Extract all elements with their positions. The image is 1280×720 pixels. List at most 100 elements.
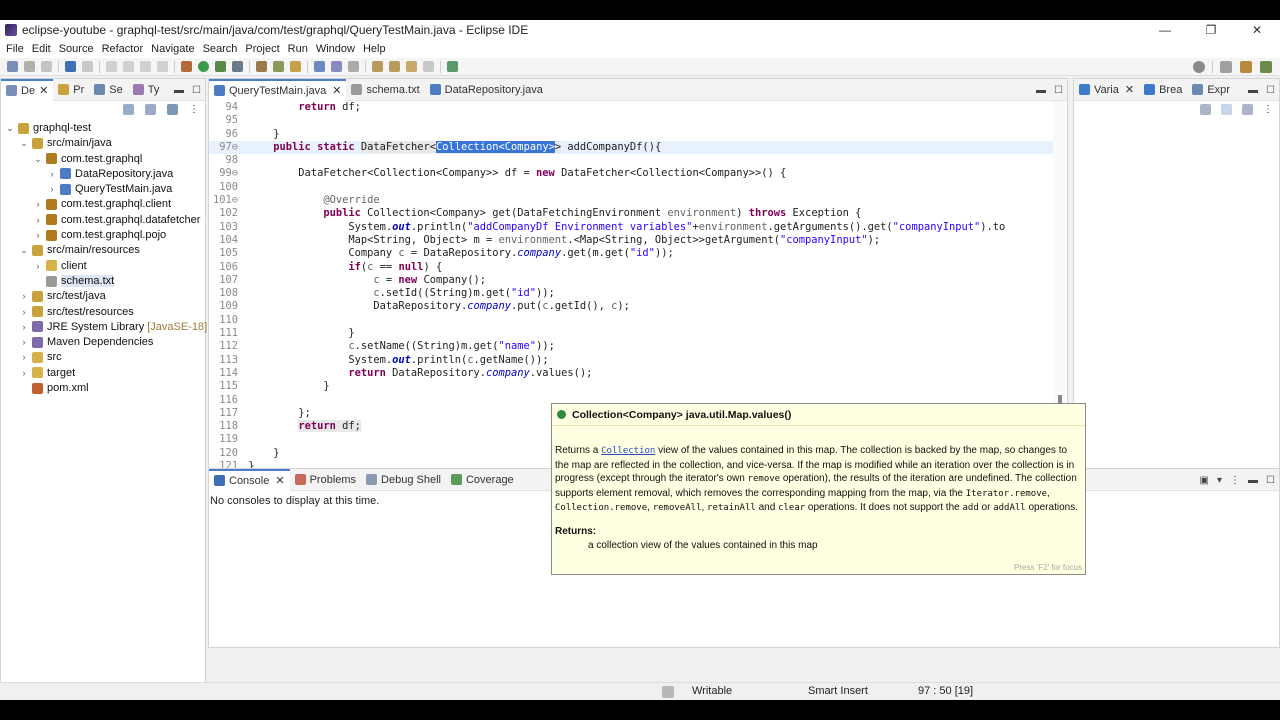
tree-item[interactable]: ⌄ com.test.graphql (1, 152, 205, 167)
chevron-right-icon[interactable]: › (33, 228, 43, 243)
resume-icon[interactable] (106, 61, 117, 72)
debug-icon[interactable] (181, 61, 192, 72)
menu-edit[interactable]: Edit (28, 40, 55, 58)
menu-file[interactable]: File (2, 40, 28, 58)
tree-item[interactable]: › src/test/resources (1, 305, 205, 320)
chevron-down-icon[interactable]: ⌄ (19, 136, 29, 151)
terminal-icon[interactable] (65, 61, 76, 72)
view-menu-icon[interactable]: ⋮ (1230, 475, 1240, 486)
tab-variables[interactable]: Varia ✕ (1074, 79, 1139, 101)
tab-servers[interactable]: Se (89, 79, 127, 101)
code-line[interactable]: 102 public Collection<Company> get(DataF… (209, 207, 1067, 220)
tab-console[interactable]: Console ✕ (209, 468, 290, 491)
close-button[interactable]: ✕ (1234, 20, 1280, 40)
tree-item[interactable]: ⌄ src/main/resources (1, 243, 205, 258)
code-line[interactable]: 101⊖ @Override (209, 194, 1067, 207)
tab-project-explorer[interactable]: Pr (53, 79, 89, 101)
tree-item[interactable]: pom.xml (1, 381, 205, 396)
maximize-view-icon[interactable]: ☐ (192, 85, 201, 96)
display-console-icon[interactable]: ▣ (1200, 475, 1209, 486)
previous-annotation-icon[interactable] (389, 61, 400, 72)
mark-occurrences-icon[interactable] (314, 61, 325, 72)
chevron-right-icon[interactable]: › (33, 259, 43, 274)
collapse-all-icon[interactable] (123, 103, 134, 115)
tree-item[interactable]: › QueryTestMain.java (1, 182, 205, 197)
new-package-icon[interactable] (273, 61, 284, 72)
skip-breakpoints-icon[interactable] (82, 61, 93, 72)
menu-help[interactable]: Help (359, 40, 390, 58)
tab-type-hierarchy[interactable]: Ty (128, 79, 165, 101)
java-ee-perspective-icon[interactable] (1240, 61, 1252, 73)
menu-source[interactable]: Source (55, 40, 98, 58)
close-icon[interactable]: ✕ (1125, 83, 1134, 96)
tab-expressions[interactable]: Expr (1187, 79, 1235, 101)
external-tools-icon[interactable] (232, 61, 243, 72)
maximize-view-icon[interactable]: ☐ (1266, 85, 1275, 96)
code-line[interactable]: 100 (209, 181, 1067, 194)
forward-icon[interactable] (423, 61, 434, 72)
tab-coverage[interactable]: Coverage (446, 469, 519, 491)
menu-search[interactable]: Search (199, 40, 242, 58)
code-line[interactable]: 103 System.out.println("addCompanyDf Env… (209, 221, 1067, 234)
show-logical-structure-icon[interactable] (1221, 103, 1232, 115)
code-line[interactable]: 109 DataRepository.company.put(c.getId()… (209, 300, 1067, 313)
chevron-right-icon[interactable]: › (19, 320, 29, 335)
tree-item[interactable]: › src (1, 350, 205, 365)
code-line[interactable]: 113 System.out.println(c.getName()); (209, 354, 1067, 367)
code-line[interactable]: 106 if(c == null) { (209, 261, 1067, 274)
tree-item[interactable]: › com.test.graphql.datafetcher (1, 213, 205, 228)
code-line[interactable]: 115 } (209, 380, 1067, 393)
code-line[interactable]: 110 (209, 314, 1067, 327)
tree-item[interactable]: › target (1, 366, 205, 381)
tab-querytestmain[interactable]: QueryTestMain.java ✕ (209, 78, 347, 101)
tree-item[interactable]: › com.test.graphql.pojo (1, 228, 205, 243)
chevron-right-icon[interactable]: › (47, 167, 57, 182)
tree-item[interactable]: › DataRepository.java (1, 167, 205, 182)
tree-item[interactable]: › JRE System Library [JavaSE-18] (1, 320, 208, 335)
code-line[interactable]: 105 Company c = DataRepository.company.g… (209, 247, 1067, 260)
java-perspective-icon[interactable] (1260, 61, 1272, 73)
suspend-icon[interactable] (123, 61, 134, 72)
tab-package-explorer[interactable]: De ✕ (1, 78, 54, 101)
menu-navigate[interactable]: Navigate (147, 40, 198, 58)
chevron-down-icon[interactable]: ⌄ (33, 152, 43, 167)
pin-editor-icon[interactable] (447, 61, 458, 72)
maximize-button[interactable]: ❐ (1188, 20, 1234, 40)
tab-breakpoints[interactable]: Brea (1139, 79, 1187, 101)
terminate-icon[interactable] (140, 61, 151, 72)
save-all-icon[interactable] (41, 61, 52, 72)
tree-item[interactable]: › src/test/java (1, 289, 205, 304)
tab-datarepository[interactable]: DataRepository.java (425, 79, 548, 101)
code-line[interactable]: 112 c.setName((String)m.get("name")); (209, 340, 1067, 353)
show-type-names-icon[interactable] (1200, 103, 1211, 115)
new-icon[interactable] (7, 61, 18, 72)
link-with-editor-icon[interactable] (145, 103, 156, 115)
tree-item[interactable]: ⌄ src/main/java (1, 136, 205, 151)
code-line[interactable]: 95 (209, 114, 1067, 127)
tree-item[interactable]: schema.txt (1, 274, 205, 289)
minimize-view-icon[interactable]: ▬ (1248, 85, 1258, 96)
view-menu-icon[interactable]: ⋮ (1263, 104, 1273, 115)
code-line[interactable]: 94 return df; (209, 101, 1067, 114)
tree-item[interactable]: › com.test.graphql.client (1, 197, 205, 212)
chevron-right-icon[interactable]: › (19, 350, 29, 365)
filter-icon[interactable] (167, 103, 178, 115)
code-line[interactable]: 99⊖ DataFetcher<Collection<Company>> df … (209, 167, 1067, 180)
maximize-view-icon[interactable]: ☐ (1266, 475, 1275, 486)
minimize-view-icon[interactable]: ▬ (1248, 475, 1258, 486)
chevron-down-icon[interactable]: ⌄ (5, 121, 15, 136)
view-menu-icon[interactable]: ⋮ (189, 104, 199, 115)
back-icon[interactable] (406, 61, 417, 72)
tree-item[interactable]: › client (1, 259, 205, 274)
open-type-icon[interactable] (290, 61, 301, 72)
close-icon[interactable]: ✕ (332, 84, 341, 97)
chevron-right-icon[interactable]: › (47, 182, 57, 197)
code-line[interactable]: 97⊖ public static DataFetcher<Collection… (209, 140, 1067, 155)
tab-schema[interactable]: schema.txt (346, 79, 424, 101)
run-icon[interactable] (198, 61, 209, 72)
chevron-right-icon[interactable]: › (19, 335, 29, 350)
chevron-right-icon[interactable]: › (33, 213, 43, 228)
search-icon[interactable] (1193, 61, 1205, 73)
code-line[interactable]: 104 Map<String, Object> m = environment.… (209, 234, 1067, 247)
chevron-down-icon[interactable]: ⌄ (19, 243, 29, 258)
